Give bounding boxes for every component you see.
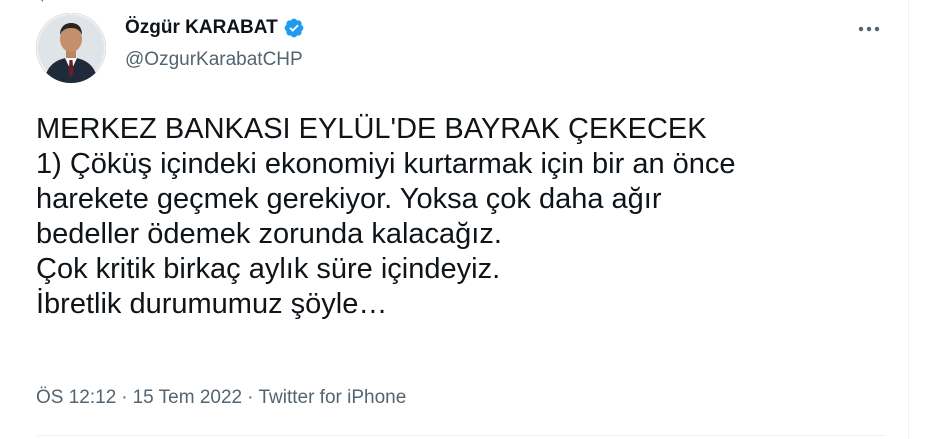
- meta-separator: ·: [247, 387, 254, 408]
- tweet-time-link[interactable]: ÖS 12:12: [36, 387, 116, 408]
- tweet-source-link[interactable]: Twitter for iPhone: [258, 387, 406, 408]
- tweet-text-line: İbretlik durumumuz şöyle…: [36, 288, 388, 320]
- tweet-text-line: harekete geçmek gerekiyor. Yoksa çok dah…: [36, 183, 662, 215]
- avatar[interactable]: [36, 13, 106, 83]
- verified-badge-icon: [283, 17, 305, 39]
- tweet-text-line: Çok kritik birkaç aylık süre içindeyiz.: [36, 253, 501, 285]
- tweet-text-line: MERKEZ BANKASI EYLÜL'DE BAYRAK ÇEKECEK: [36, 113, 707, 145]
- profile-photo: [36, 13, 106, 83]
- meta-separator: ·: [121, 387, 128, 408]
- author-display-name[interactable]: Özgür KARABAT: [125, 16, 278, 40]
- more-options-button[interactable]: [852, 18, 886, 40]
- divider: [36, 435, 886, 436]
- tweet-text-line: 1) Çöküş içindeki ekonomiyi kurtarmak iç…: [36, 148, 736, 180]
- tweet-date-link[interactable]: 15 Tem 2022: [133, 387, 243, 408]
- tweet-card: ▾ Özgür KARABAT @OzgurKarabat: [0, 0, 937, 439]
- tweet-text: MERKEZ BANKASI EYLÜL'DE BAYRAK ÇEKECEK 1…: [36, 112, 886, 322]
- author-name-row[interactable]: Özgür KARABAT: [125, 16, 305, 40]
- author-handle[interactable]: @OzgurKarabatCHP: [125, 48, 303, 72]
- tweet-meta: ÖS 12:12 · 15 Tem 2022 · Twitter for iPhone: [36, 385, 406, 411]
- caret-icon: ▾: [40, 0, 46, 4]
- tweet-text-line: bedeller ödemek zorunda kalacağız.: [36, 218, 502, 250]
- column-border: [908, 0, 909, 439]
- more-options-icon: [858, 26, 880, 32]
